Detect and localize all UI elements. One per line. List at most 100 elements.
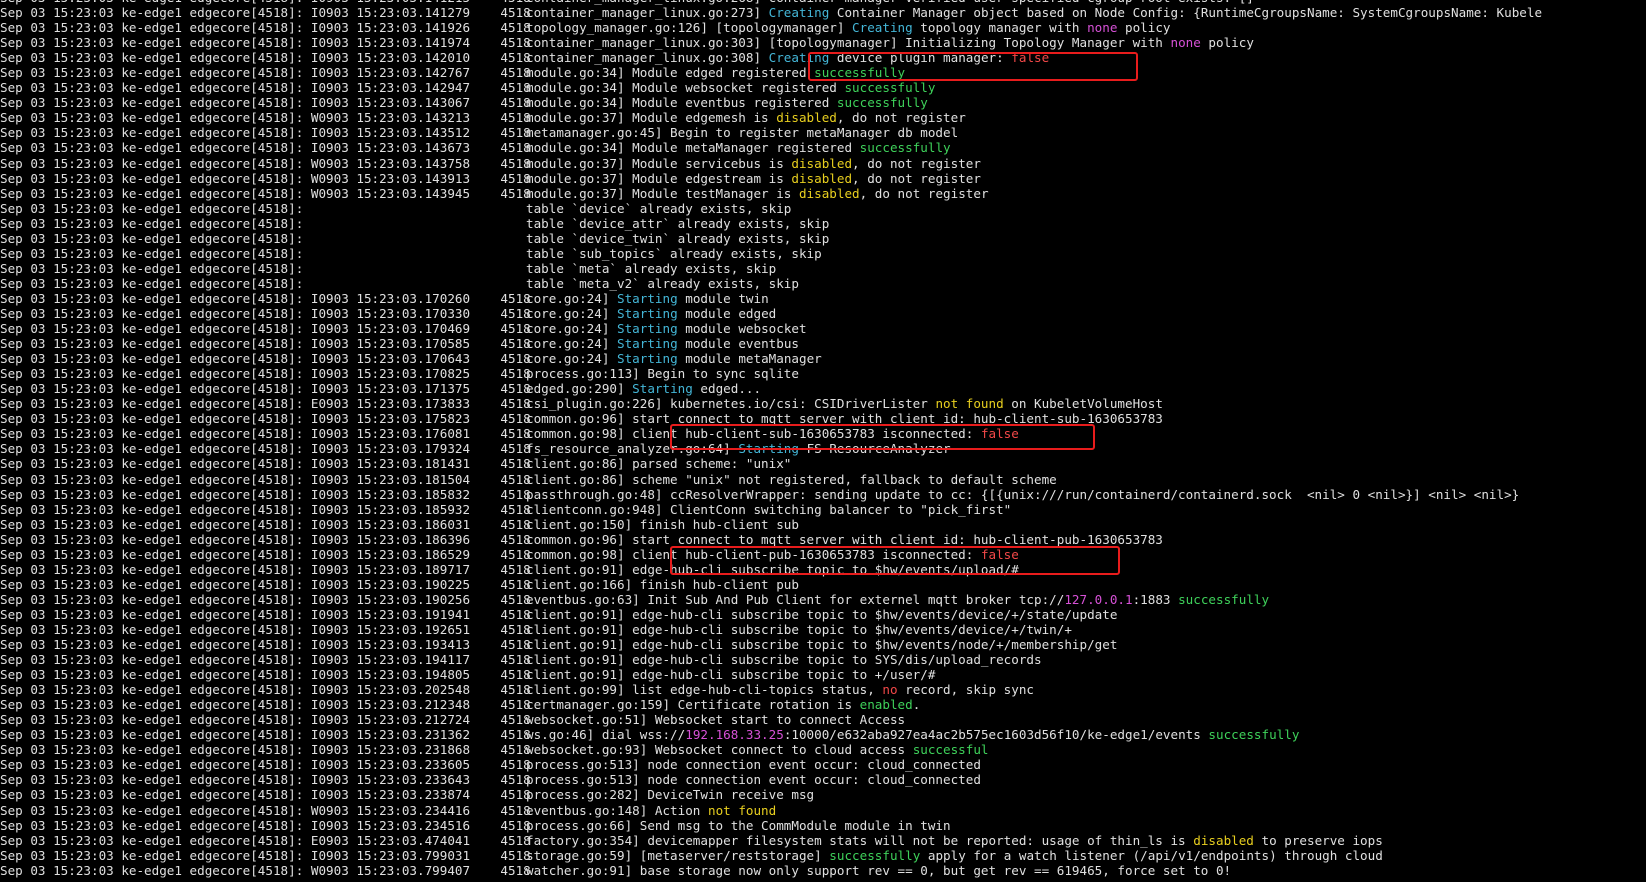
log-segment: Starting: [617, 290, 678, 306]
log-line: Sep 03 15:23:03 ke-edge1 edgecore[4518]:…: [0, 577, 1646, 592]
log-segment: successfully: [844, 80, 936, 96]
log-segment: enabled: [859, 697, 913, 713]
log-line-prefix: Sep 03 15:23:03 ke-edge1 edgecore[4518]:…: [0, 757, 539, 773]
log-line-message: client.go:91] edge-hub-cli subscribe top…: [526, 667, 935, 682]
log-line-message: client.go:91] edge-hub-cli subscribe top…: [526, 562, 1019, 577]
log-line-message: client.go:99] list edge-hub-cli-topics s…: [526, 682, 1034, 697]
log-segment: device plugin manager:: [829, 50, 1012, 66]
log-segment: websocket.go:93] Websocket connect to cl…: [526, 742, 913, 758]
log-line: Sep 03 15:23:03 ke-edge1 edgecore[4518]:…: [0, 50, 1646, 65]
log-segment: successfully: [829, 847, 921, 863]
log-line-prefix: Sep 03 15:23:03 ke-edge1 edgecore[4518]:…: [0, 667, 539, 683]
log-line-message: fs_resource_analyzer.go:64] Starting FS …: [526, 441, 951, 456]
log-line: Sep 03 15:23:03 ke-edge1 edgecore[4518]:…: [0, 456, 1646, 471]
log-line-message: eventbus.go:63] Init Sub And Pub Client …: [526, 592, 1269, 607]
log-segment: common.go:98] client hub-client-sub-1630…: [526, 426, 981, 442]
log-line: Sep 03 15:23:03 ke-edge1 edgecore[4518]:…: [0, 246, 1646, 261]
log-segment: :10000/e632aba927ea4ac2b575ec1603d56f10/…: [783, 727, 1209, 743]
log-segment: policy: [1200, 35, 1254, 51]
log-segment: Starting: [738, 441, 799, 457]
log-segment: Creating: [852, 20, 913, 36]
log-segment: to preserve iops: [1253, 832, 1383, 848]
log-line-message: container_manager_linux.go:273] Creating…: [526, 5, 1542, 20]
log-segment: Starting: [617, 351, 678, 367]
log-segment: Starting: [617, 305, 678, 321]
log-line-message: client.go:166] finish hub-client pub: [526, 577, 799, 592]
log-line-prefix: Sep 03 15:23:03 ke-edge1 edgecore[4518]:…: [0, 742, 539, 758]
log-line-message: process.go:513] node connection event oc…: [526, 757, 981, 772]
log-line: Sep 03 15:23:03 ke-edge1 edgecore[4518]:…: [0, 186, 1646, 201]
log-line: Sep 03 15:23:03 ke-edge1 edgecore[4518]:…: [0, 110, 1646, 125]
log-line-prefix: Sep 03 15:23:03 ke-edge1 edgecore[4518]:…: [0, 170, 539, 186]
log-line-prefix: Sep 03 15:23:03 ke-edge1 edgecore[4518]:…: [0, 426, 539, 442]
log-segment: policy: [1117, 20, 1171, 36]
log-line-prefix: Sep 03 15:23:03 ke-edge1 edgecore[4518]:…: [0, 155, 539, 171]
log-segment: successfully: [859, 140, 951, 156]
log-segment: successfully: [1208, 727, 1300, 743]
log-line: Sep 03 15:23:03 ke-edge1 edgecore[4518]:…: [0, 742, 1646, 757]
log-line-message: module.go:37] Module edgemesh is disable…: [526, 110, 966, 125]
log-line-message: common.go:96] start connect to mqtt serv…: [526, 411, 1163, 426]
log-segment: client.go:86] scheme "unix" not register…: [526, 471, 1057, 487]
log-line-prefix: Sep 03 15:23:03 ke-edge1 edgecore[4518]:…: [0, 5, 539, 21]
log-line-prefix: Sep 03 15:23:03 ke-edge1 edgecore[4518]:: [0, 200, 311, 216]
log-line-prefix: Sep 03 15:23:03 ke-edge1 edgecore[4518]:…: [0, 381, 539, 397]
log-line-prefix: Sep 03 15:23:03 ke-edge1 edgecore[4518]:: [0, 230, 311, 246]
log-segment: none: [1087, 20, 1118, 36]
log-segment: module.go:34] Module edged registered: [526, 65, 815, 81]
log-segment: module.go:34] Module websocket registere…: [526, 80, 845, 96]
log-line: Sep 03 15:23:03 ke-edge1 edgecore[4518]:…: [0, 411, 1646, 426]
log-line-message: websocket.go:51] Websocket start to conn…: [526, 712, 905, 727]
log-segment: :1883: [1132, 591, 1179, 607]
log-segment: module twin: [677, 290, 769, 306]
log-line-prefix: Sep 03 15:23:03 ke-edge1 edgecore[4518]:…: [0, 802, 539, 818]
log-segment: process.go:282] DeviceTwin receive msg: [526, 787, 815, 803]
log-line-prefix: Sep 03 15:23:03 ke-edge1 edgecore[4518]:…: [0, 546, 539, 562]
log-line-message: client.go:86] scheme "unix" not register…: [526, 472, 1057, 487]
log-segment: passthrough.go:48] ccResolverWrapper: se…: [526, 486, 1520, 502]
log-line: Sep 03 15:23:03 ke-edge1 edgecore[4518]:…: [0, 80, 1646, 95]
log-line-prefix: Sep 03 15:23:03 ke-edge1 edgecore[4518]:…: [0, 321, 539, 337]
log-line-message: storage.go:59] [metaserver/reststorage] …: [526, 848, 1383, 863]
log-line-prefix: Sep 03 15:23:03 ke-edge1 edgecore[4518]:…: [0, 516, 539, 532]
log-line-message: csi_plugin.go:226] kubernetes.io/csi: CS…: [526, 396, 1163, 411]
log-line: Sep 03 15:23:03 ke-edge1 edgecore[4518]:…: [0, 351, 1646, 366]
log-segment: client.go:86] parsed scheme: "unix": [526, 456, 792, 472]
log-segment: not found: [935, 396, 1004, 412]
log-segment: container_manager_linux.go:308]: [526, 50, 769, 66]
log-line-prefix: Sep 03 15:23:03 ke-edge1 edgecore[4518]:…: [0, 351, 539, 367]
log-segment: process.go:513] node connection event oc…: [526, 757, 981, 773]
log-segment: Starting: [617, 321, 678, 337]
log-segment: Creating: [768, 5, 830, 21]
log-segment: common.go:98] client hub-client-pub-1630…: [526, 546, 981, 562]
log-segment: Creating: [768, 50, 830, 66]
log-line-message: watcher.go:91] base storage now only sup…: [526, 863, 1231, 878]
log-segment: module websocket: [677, 321, 807, 337]
log-segment: , do not register: [852, 155, 981, 171]
log-line-prefix: Sep 03 15:23:03 ke-edge1 edgecore[4518]:…: [0, 185, 539, 201]
log-segment: module.go:34] Module eventbus registered: [526, 95, 837, 111]
terminal-log-output[interactable]: Sep 03 15:23:03 ke-edge1 edgecore[4518]:…: [0, 0, 1646, 882]
log-line-prefix: Sep 03 15:23:03 ke-edge1 edgecore[4518]:: [0, 215, 311, 231]
log-line-prefix: Sep 03 15:23:03 ke-edge1 edgecore[4518]:…: [0, 305, 539, 321]
log-line-prefix: Sep 03 15:23:03 ke-edge1 edgecore[4518]:…: [0, 621, 539, 637]
log-line: Sep 03 15:23:03 ke-edge1 edgecore[4518]:…: [0, 757, 1646, 772]
log-segment: client.go:91] edge-hub-cli subscribe top…: [526, 667, 936, 683]
log-segment: edged.go:290]: [526, 381, 633, 397]
log-segment: false: [1011, 50, 1050, 66]
log-line-prefix: Sep 03 15:23:03 ke-edge1 edgecore[4518]:…: [0, 772, 539, 788]
log-segment: core.go:24]: [526, 290, 617, 306]
log-segment: csi_plugin.go:226] kubernetes.io/csi: CS…: [526, 396, 936, 412]
log-line-message: module.go:34] Module metaManager registe…: [526, 140, 951, 155]
log-segment: module metaManager: [677, 351, 822, 367]
log-line-prefix: Sep 03 15:23:03 ke-edge1 edgecore[4518]:…: [0, 50, 539, 66]
log-segment: client.go:91] edge-hub-cli subscribe top…: [526, 637, 1118, 653]
log-line-prefix: Sep 03 15:23:03 ke-edge1 edgecore[4518]:…: [0, 531, 539, 547]
log-segment: successful: [912, 742, 989, 758]
log-line-prefix: Sep 03 15:23:03 ke-edge1 edgecore[4518]:…: [0, 35, 539, 51]
log-line: Sep 03 15:23:03 ke-edge1 edgecore[4518]:…: [0, 712, 1646, 727]
log-segment: core.go:24]: [526, 351, 617, 367]
log-line: Sep 03 15:23:03 ke-edge1 edgecore[4518]:…: [0, 65, 1646, 80]
log-segment: .: [912, 697, 921, 713]
log-line-message: module.go:37] Module testManager is disa…: [526, 186, 989, 201]
